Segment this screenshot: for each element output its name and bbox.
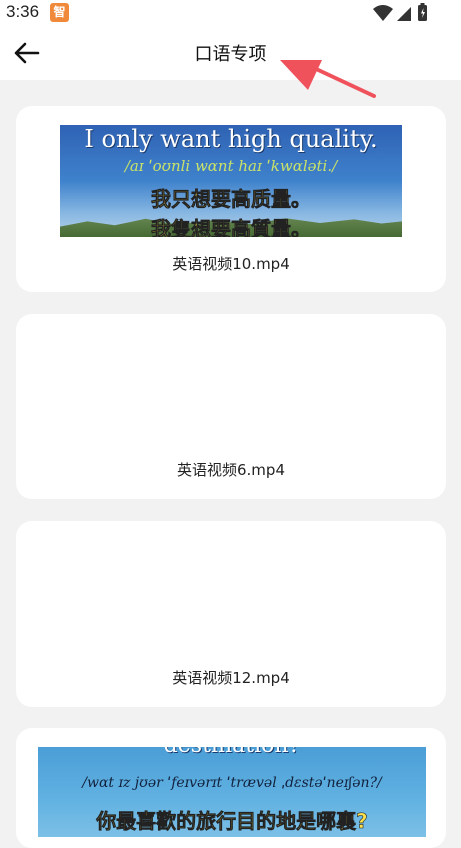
video-card[interactable]: destination? /wɑt ɪz jʊər ˈfeɪvərɪt ˈtræ… (16, 728, 446, 848)
status-bar: 3:36 智 (0, 0, 461, 26)
thumbnail-phonetic-text: /aɪ ˈoʊnli wɑnt haɪ ˈkwɑləti./ (124, 157, 338, 175)
page-title: 口语专项 (194, 44, 267, 65)
video-card[interactable]: 英语视频6.mp4 (16, 314, 446, 499)
video-filename: 英语视频12.mp4 (172, 669, 290, 687)
video-card[interactable]: 英语视频12.mp4 (16, 521, 446, 707)
signal-icon (397, 7, 411, 21)
thumbnail-english-text: I only want high quality. (84, 125, 378, 153)
thumbnail-english-text: destination? (38, 747, 426, 758)
wifi-icon (373, 5, 393, 21)
video-filename: 英语视频6.mp4 (177, 461, 285, 479)
status-time: 3:36 (6, 2, 40, 21)
video-card[interactable]: I only want high quality. /aɪ ˈoʊnli wɑn… (16, 106, 446, 292)
thumbnail-phonetic-text: /wɑt ɪz jʊər ˈfeɪvərɪt ˈtrævəl ˌdɛstəˈne… (82, 775, 382, 791)
video-thumbnail[interactable]: destination? /wɑt ɪz jʊər ˈfeɪvərɪt ˈtræ… (38, 747, 426, 837)
thumbnail-chinese-traditional-text: 我隻想要高質量。 (151, 217, 312, 237)
app-notification-icon: 智 (50, 3, 69, 22)
video-filename: 英语视频10.mp4 (172, 255, 290, 273)
top-app-bar: 口语专项 (0, 26, 461, 80)
annotation-arrow-icon (280, 60, 376, 98)
thumbnail-chinese-text: 我只想要高质量。 (151, 187, 312, 212)
status-icons (371, 3, 431, 27)
thumbnail-chinese-text: 你最喜歡的旅行目的地是哪裏? (96, 809, 368, 834)
video-thumbnail[interactable]: I only want high quality. /aɪ ˈoʊnli wɑn… (60, 125, 402, 237)
